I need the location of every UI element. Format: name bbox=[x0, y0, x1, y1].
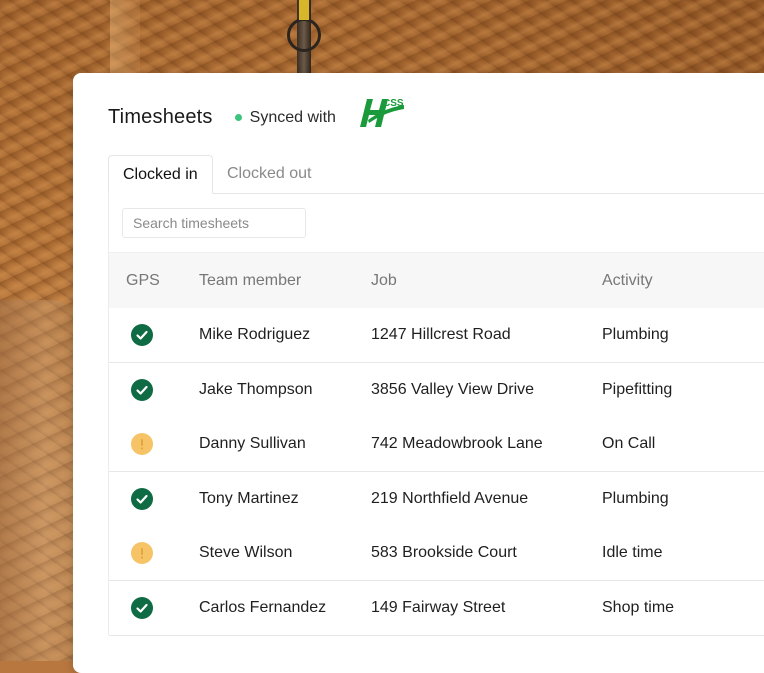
table-row[interactable]: Tony Martinez 219 Northfield Avenue Plumbi… bbox=[109, 471, 764, 527]
page-title: Timesheets bbox=[108, 106, 213, 128]
table-row[interactable]: Jake Thompson 3856 Valley View Drive Pipef… bbox=[109, 362, 764, 418]
activity-cell: Plumbing bbox=[602, 326, 669, 343]
table-header: GPS Team member Job Activity bbox=[109, 252, 764, 309]
sync-label: Synced with bbox=[249, 108, 336, 126]
hcss-logo: CSS bbox=[354, 95, 406, 134]
warning-circle-icon bbox=[131, 542, 153, 565]
background-tool bbox=[283, 0, 333, 74]
table-row[interactable]: Carlos Fernandez 149 Fairway Street Shop t… bbox=[109, 581, 764, 636]
job-cell: 583 Brookside Court bbox=[371, 544, 517, 562]
activity-cell: Idle time bbox=[602, 544, 663, 562]
column-header-job: Job bbox=[371, 272, 397, 289]
job-cell: 3856 Valley View Drive bbox=[371, 380, 535, 398]
warning-circle-icon bbox=[131, 433, 153, 456]
activity-cell: Plumbing bbox=[602, 489, 669, 507]
activity-cell: Pipefitting bbox=[602, 380, 673, 398]
job-cell: 742 Meadowbrook Lane bbox=[371, 435, 543, 453]
check-circle-icon bbox=[131, 487, 153, 510]
check-circle-icon bbox=[131, 378, 153, 401]
table-row[interactable]: Steve Wilson 583 Brookside Court Idle time bbox=[109, 526, 764, 582]
team-member-cell: Mike Rodriguez bbox=[199, 326, 311, 343]
svg-text:CSS: CSS bbox=[383, 98, 404, 109]
check-circle-icon bbox=[131, 597, 153, 619]
timesheets-panel: Timesheets Synced with CSS Clocked in Cl… bbox=[73, 73, 764, 673]
tab-clocked-in[interactable]: Clocked in bbox=[108, 155, 213, 194]
team-member-cell: Danny Sullivan bbox=[199, 435, 306, 453]
job-cell: 1247 Hillcrest Road bbox=[371, 326, 511, 343]
tab-clocked-out[interactable]: Clocked out bbox=[213, 155, 326, 193]
column-header-activity: Activity bbox=[602, 272, 653, 289]
search-input[interactable] bbox=[122, 208, 306, 238]
activity-cell: On Call bbox=[602, 435, 656, 453]
check-circle-icon bbox=[131, 324, 153, 346]
sync-status-dot-icon bbox=[234, 114, 242, 121]
column-header-gps: GPS bbox=[126, 272, 160, 289]
job-cell: 149 Fairway Street bbox=[371, 599, 506, 616]
team-member-cell: Steve Wilson bbox=[199, 544, 293, 562]
activity-cell: Shop time bbox=[602, 599, 675, 616]
table-row[interactable]: Mike Rodriguez 1247 Hillcrest Road Plumbin… bbox=[109, 308, 764, 363]
team-member-cell: Carlos Fernandez bbox=[199, 599, 327, 616]
timesheets-table: GPS Team member Job Activity Mike Rodrig… bbox=[108, 194, 764, 636]
team-member-cell: Tony Martinez bbox=[199, 489, 299, 507]
background-highlight bbox=[110, 0, 140, 80]
table-row[interactable]: Danny Sullivan 742 Meadowbrook Lane On Cal… bbox=[109, 417, 764, 473]
tab-bar: Clocked in Clocked out bbox=[108, 155, 764, 194]
column-header-team-member: Team member bbox=[199, 272, 302, 289]
job-cell: 219 Northfield Avenue bbox=[371, 489, 529, 507]
team-member-cell: Jake Thompson bbox=[199, 380, 313, 398]
sync-status: Synced with bbox=[234, 108, 336, 127]
panel-header: Timesheets Synced with CSS bbox=[108, 98, 406, 134]
